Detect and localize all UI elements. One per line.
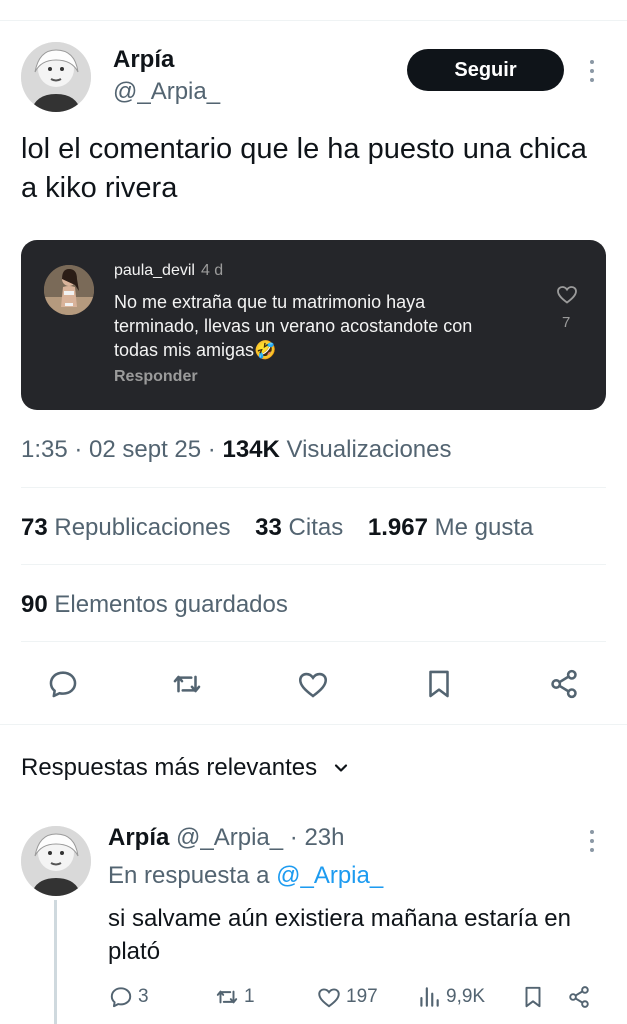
likes-stat[interactable]: 1.967 Me gusta xyxy=(368,514,533,541)
reply-author-name[interactable]: Arpía xyxy=(108,824,169,851)
reply-to-prefix: En respuesta a xyxy=(108,862,270,889)
chevron-down-icon xyxy=(335,764,348,772)
reply-header: Arpía @_Arpia_ · 23h xyxy=(108,824,345,852)
reposts-stat[interactable]: 73 Republicaciones xyxy=(21,514,230,541)
like-icon xyxy=(298,672,328,698)
like-icon xyxy=(318,988,340,1008)
replies-sort-label: Respuestas más relevantes xyxy=(21,754,318,781)
reply-repost-button[interactable]: 1 xyxy=(214,984,255,1010)
comment-text: No me extraña que tu matrimonio haya ter… xyxy=(114,292,473,360)
reposts-label: Republicaciones xyxy=(54,514,231,541)
tweet-text: lol el comentario que le ha puesto una c… xyxy=(21,133,587,204)
comment-likes-count: 7 xyxy=(562,314,571,331)
share-icon xyxy=(551,669,577,699)
avatar-photo-icon xyxy=(21,826,91,896)
section-divider xyxy=(0,724,627,725)
reply-icon xyxy=(110,987,132,1008)
reply-to-line: En respuesta a @_Arpia_ xyxy=(108,862,383,890)
quotes-count: 33 xyxy=(255,514,282,541)
reply-more-options-icon[interactable] xyxy=(590,830,596,852)
share-icon xyxy=(569,986,589,1008)
reply-views-count: 9,9K xyxy=(446,986,486,1007)
author-avatar[interactable] xyxy=(21,42,91,112)
bookmark-icon xyxy=(429,670,449,698)
repost-icon xyxy=(173,675,201,693)
reposts-count: 73 xyxy=(21,514,48,541)
heart-icon xyxy=(557,286,577,304)
more-options-icon[interactable] xyxy=(590,60,596,82)
quotes-label: Citas xyxy=(288,514,344,541)
reply-like-button[interactable]: 197 xyxy=(316,984,378,1010)
likes-label: Me gusta xyxy=(434,514,534,541)
reply-button[interactable] xyxy=(46,667,80,701)
author-name[interactable]: Arpía xyxy=(113,46,174,74)
top-divider xyxy=(0,20,627,21)
reply-author-avatar[interactable] xyxy=(21,826,91,896)
divider xyxy=(21,487,606,488)
saved-label: Elementos guardados xyxy=(54,591,288,618)
reply-likes-count: 197 xyxy=(346,986,378,1007)
comment-time: 4 d xyxy=(200,262,224,279)
embedded-comment-card[interactable]: paula_devil 4 d No me extraña que tu matr… xyxy=(21,240,606,410)
reply-share-button[interactable] xyxy=(566,984,592,1010)
reply-views-button[interactable]: 9,9K xyxy=(416,984,485,1010)
divider xyxy=(21,564,606,565)
comment-reply-label: Responder xyxy=(114,368,198,385)
divider xyxy=(21,641,606,642)
saved-stat: 90 Elementos guardados xyxy=(21,591,288,619)
replies-sort-dropdown[interactable]: Respuestas más relevantes xyxy=(21,754,351,782)
views-icon xyxy=(420,987,439,1007)
reply-to-handle-link[interactable]: @_Arpia_ xyxy=(276,862,383,889)
comment-username-text: paula_devil xyxy=(114,262,195,279)
quotes-stat[interactable]: 33 Citas xyxy=(255,514,343,541)
reply-reposts-count: 1 xyxy=(244,986,255,1007)
reply-text: si salvame aún existiera mañana estaría … xyxy=(108,905,571,965)
bookmark-button[interactable] xyxy=(422,667,456,701)
reply-bookmark-button[interactable] xyxy=(520,984,546,1010)
follow-button[interactable]: Seguir xyxy=(407,49,564,91)
views-count: 134K xyxy=(222,436,280,463)
like-button[interactable] xyxy=(296,667,330,701)
repost-button[interactable] xyxy=(170,667,204,701)
avatar-photo-icon xyxy=(21,42,91,112)
tweet-time: 1:35 · 02 sept 25 · xyxy=(21,436,223,463)
reply-reply-button[interactable]: 3 xyxy=(108,984,149,1010)
repost-icon xyxy=(216,990,238,1004)
bookmark-icon xyxy=(525,986,541,1008)
comment-username: paula_devil 4 d xyxy=(114,262,223,280)
reply-time: · 23h xyxy=(289,824,345,851)
author-handle[interactable]: @_Arpia_ xyxy=(113,78,220,106)
likes-count: 1.967 xyxy=(367,514,428,541)
tweet-meta: 1:35 · 02 sept 25 · 134K Visualizaciones xyxy=(21,436,452,464)
reply-replies-count: 3 xyxy=(138,986,149,1007)
reply-icon xyxy=(49,671,77,698)
avatar-photo-icon xyxy=(44,265,94,315)
thread-line xyxy=(54,900,57,1024)
comment-avatar xyxy=(44,265,94,315)
saved-count: 90 xyxy=(21,591,48,618)
engagement-stats: 73 Republicaciones 33 Citas 1.967 Me gus… xyxy=(21,514,551,542)
reply-author-handle[interactable]: @_Arpia_ xyxy=(176,824,283,851)
share-button[interactable] xyxy=(547,667,581,701)
views-label: Visualizaciones xyxy=(286,436,452,463)
